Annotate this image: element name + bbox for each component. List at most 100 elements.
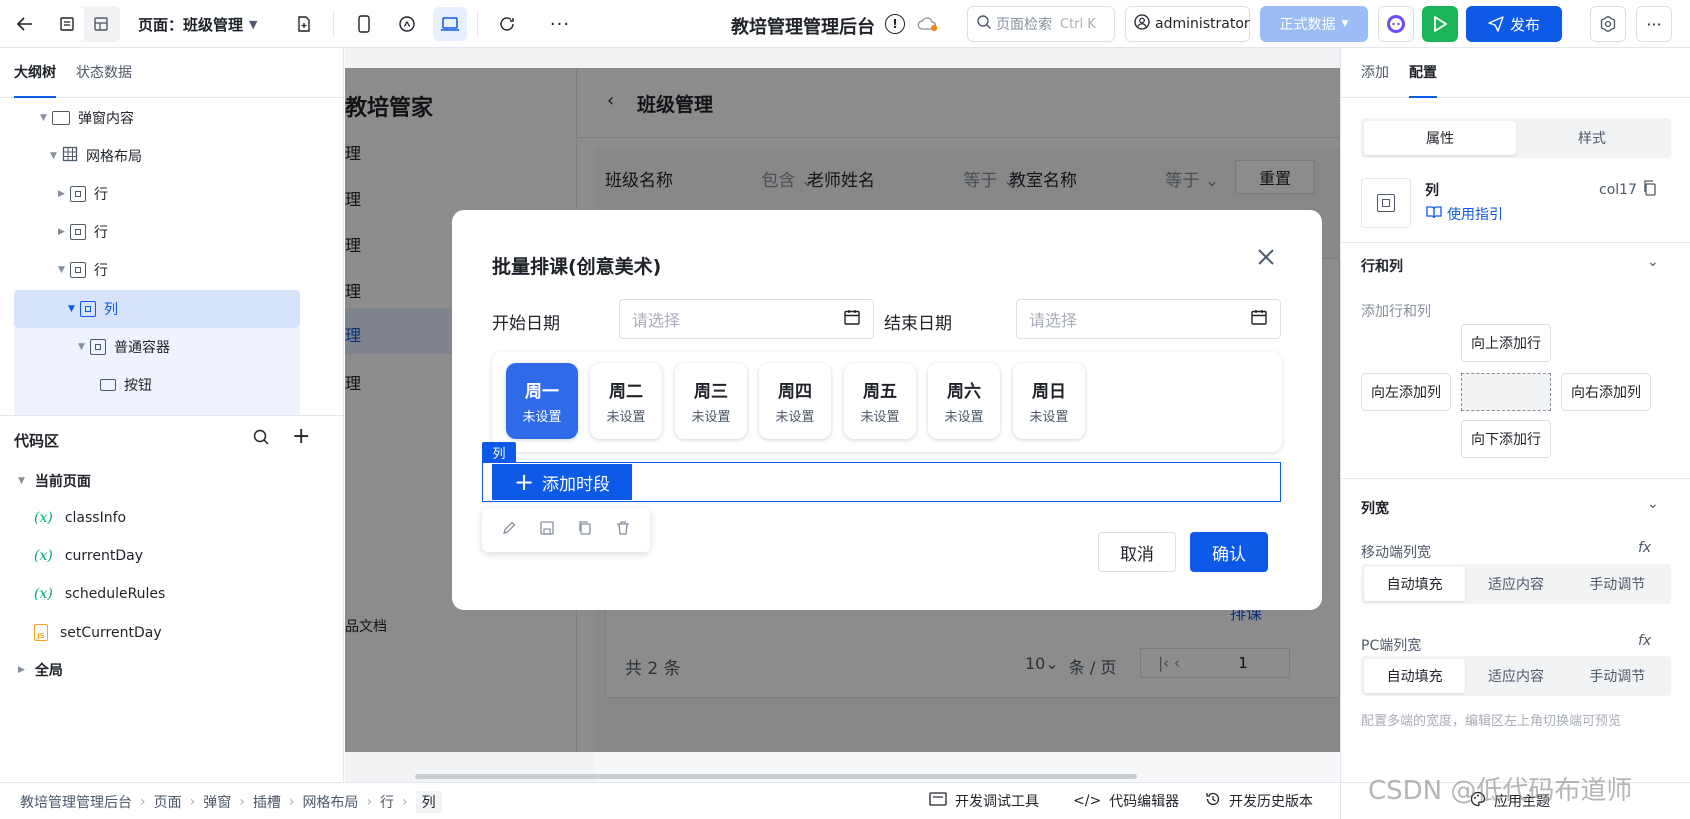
close-icon[interactable] — [1255, 246, 1277, 272]
search-icon[interactable] — [252, 428, 270, 450]
tab-state-data[interactable]: 状态数据 — [76, 48, 132, 98]
breadcrumb: 教培管理管理后台 › 页面 › 弹窗 › 插槽 › 网格布局 › 行 › 列 — [20, 791, 442, 813]
rowcol-section-title: 行和列 — [1361, 259, 1403, 275]
day-chip-friday[interactable]: 周五 未设置 — [844, 363, 916, 439]
var-item[interactable]: (x) scheduleRules — [34, 586, 165, 602]
day-chip-wednesday[interactable]: 周三 未设置 — [675, 363, 747, 439]
play-icon — [1434, 16, 1447, 32]
option-fit-content[interactable]: 适应内容 — [1465, 567, 1566, 601]
canvas-scrollbar[interactable] — [415, 774, 1137, 779]
desktop-device-icon[interactable] — [433, 7, 467, 41]
theme-button[interactable]: 应用主题 — [1470, 791, 1550, 811]
start-date-picker[interactable]: 请选择 — [619, 299, 874, 339]
add-icon[interactable]: + — [292, 424, 310, 449]
cancel-button[interactable]: 取消 — [1098, 532, 1176, 572]
config-segment: 属性 样式 — [1361, 118, 1671, 158]
tab-outline[interactable]: 大纲树 — [14, 48, 56, 98]
breadcrumb-item[interactable]: 教培管理管理后台 — [20, 792, 132, 812]
segment-properties[interactable]: 属性 — [1364, 121, 1516, 155]
option-manual[interactable]: 手动调节 — [1567, 567, 1668, 601]
func-item[interactable]: JS setCurrentDay — [34, 624, 162, 641]
js-file-icon: JS — [34, 624, 48, 641]
search-box[interactable]: 页面检索 Ctrl K — [967, 6, 1115, 42]
ai-assistant-icon[interactable] — [1378, 6, 1414, 42]
option-fit-content[interactable]: 适应内容 — [1465, 659, 1566, 693]
tree-node-row[interactable]: ▶ 行 — [58, 214, 108, 250]
preview-button[interactable] — [1422, 6, 1458, 42]
tab-add[interactable]: 添加 — [1361, 48, 1389, 98]
code-icon: </> — [1073, 793, 1102, 809]
save-icon[interactable] — [539, 520, 555, 540]
settings-icon[interactable] — [1590, 6, 1626, 42]
breadcrumb-item[interactable]: 行 — [380, 792, 394, 812]
left-tabs: 大纲树 状态数据 — [0, 48, 343, 98]
add-row-above-button[interactable]: 向上添加行 — [1461, 324, 1551, 362]
cloud-icon[interactable] — [916, 15, 938, 37]
add-col-left-button[interactable]: 向左添加列 — [1361, 373, 1451, 411]
segment-styles[interactable]: 样式 — [1516, 121, 1668, 155]
add-col-right-button[interactable]: 向右添加列 — [1561, 373, 1651, 411]
breadcrumb-item[interactable]: 网格布局 — [302, 792, 358, 812]
add-row-below-button[interactable]: 向下添加行 — [1461, 420, 1551, 458]
chevron-down-icon[interactable]: ⌄ — [1647, 496, 1659, 512]
miniapp-device-icon[interactable] — [390, 7, 424, 41]
layout-view-icon[interactable] — [84, 6, 118, 42]
confirm-button[interactable]: 确认 — [1190, 532, 1268, 572]
mobile-width-label: 移动端列宽 — [1361, 545, 1431, 561]
outline-view-icon[interactable] — [50, 6, 84, 42]
option-auto-fill[interactable]: 自动填充 — [1364, 659, 1466, 693]
tree-node-row[interactable]: ▼ 行 — [58, 252, 108, 288]
option-auto-fill[interactable]: 自动填充 — [1364, 567, 1466, 601]
breadcrumb-item[interactable]: 弹窗 — [203, 792, 231, 812]
new-page-icon[interactable] — [287, 7, 321, 41]
tree-node-button[interactable]: 按钮 — [100, 367, 152, 403]
var-item[interactable]: (x) classInfo — [34, 510, 126, 526]
add-slot-button[interactable]: + 添加时段 — [492, 464, 632, 500]
refresh-icon[interactable] — [490, 7, 524, 41]
edit-icon[interactable] — [501, 520, 517, 540]
col-icon — [80, 301, 96, 317]
usage-guide-link[interactable]: 使用指引 — [1426, 204, 1503, 224]
delete-icon[interactable] — [615, 520, 631, 540]
env-selector[interactable]: 正式数据 ▼ — [1260, 6, 1368, 42]
history-button[interactable]: 开发历史版本 — [1205, 791, 1313, 811]
code-editor-button[interactable]: </> 代码编辑器 — [1073, 791, 1179, 811]
page-selector[interactable]: 页面：班级管理 ▼ — [138, 14, 257, 35]
devtools-button[interactable]: 开发调试工具 — [929, 791, 1039, 811]
publish-button[interactable]: 发布 — [1466, 6, 1562, 42]
fx-icon[interactable]: fx — [1638, 633, 1651, 649]
day-chip-monday[interactable]: 周一 未设置 — [506, 363, 578, 439]
variable-icon: (x) — [34, 548, 53, 564]
fx-icon[interactable]: fx — [1638, 540, 1651, 556]
day-chip-thursday[interactable]: 周四 未设置 — [759, 363, 831, 439]
day-chip-saturday[interactable]: 周六 未设置 — [928, 363, 1000, 439]
option-manual[interactable]: 手动调节 — [1567, 659, 1668, 693]
tree-node-grid[interactable]: ▼ 网格布局 — [50, 138, 142, 174]
more-icon[interactable]: ··· — [543, 7, 577, 41]
tree-node-container[interactable]: ▼ 普通容器 — [78, 329, 170, 365]
day-chip-tuesday[interactable]: 周二 未设置 — [590, 363, 662, 439]
back-icon[interactable] — [8, 7, 42, 41]
alert-icon[interactable]: ! — [885, 14, 905, 34]
copy-icon[interactable] — [577, 520, 593, 540]
more-menu-icon[interactable]: ··· — [1636, 6, 1672, 42]
end-date-picker[interactable]: 请选择 — [1016, 299, 1281, 339]
send-icon — [1488, 16, 1504, 32]
chevron-down-icon[interactable]: ⌄ — [1647, 254, 1659, 270]
copy-icon[interactable] — [1643, 180, 1657, 200]
day-chip-sunday[interactable]: 周日 未设置 — [1013, 363, 1085, 439]
tab-config[interactable]: 配置 — [1409, 48, 1437, 98]
global-group[interactable]: ▶ 全局 — [18, 660, 63, 680]
container-icon — [52, 111, 70, 125]
tree-node-row[interactable]: ▶ 行 — [58, 176, 108, 212]
tree-node-modal-content[interactable]: ▼ 弹窗内容 — [40, 100, 134, 136]
user-menu[interactable]: administrator — [1125, 6, 1250, 42]
current-page-group[interactable]: ▼ 当前页面 — [18, 471, 91, 491]
mobile-device-icon[interactable] — [347, 7, 381, 41]
breadcrumb-item[interactable]: 插槽 — [253, 792, 281, 812]
grid-icon — [62, 146, 78, 166]
breadcrumb-item-current[interactable]: 列 — [415, 791, 442, 813]
tree-node-col-selected[interactable]: ▼ 列 — [68, 291, 118, 327]
var-item[interactable]: (x) currentDay — [34, 548, 143, 564]
breadcrumb-item[interactable]: 页面 — [154, 792, 182, 812]
